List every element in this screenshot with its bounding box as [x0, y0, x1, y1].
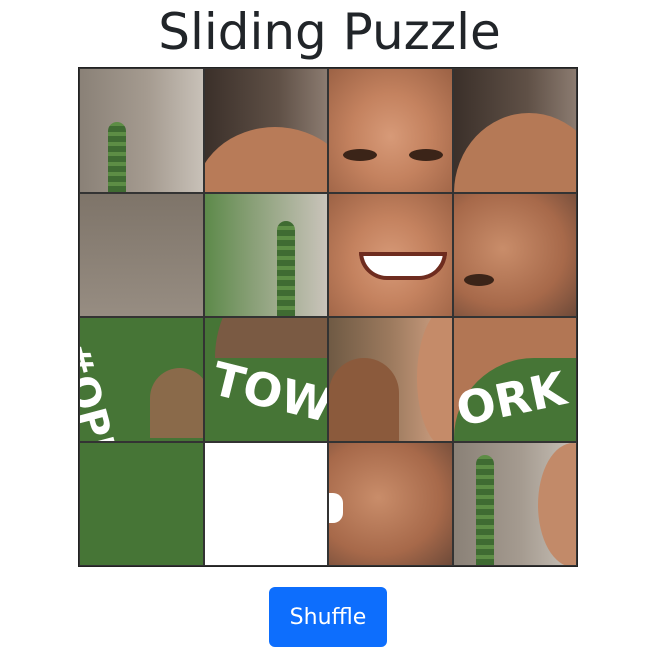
puzzle-tile[interactable]: ORK [453, 318, 576, 441]
puzzle-board: #OPEN TOWO ORK [78, 67, 578, 567]
puzzle-tile[interactable] [329, 193, 452, 316]
hand-image [417, 318, 452, 441]
head-image [204, 127, 327, 192]
eye-image [409, 149, 443, 161]
eye-image [343, 149, 377, 161]
head-image [453, 113, 576, 192]
puzzle-tile[interactable] [204, 69, 327, 192]
cactus-image [475, 455, 494, 565]
empty-tile [204, 442, 327, 565]
puzzle-tile[interactable] [329, 318, 452, 441]
shuffle-button[interactable]: Shuffle [269, 587, 387, 647]
puzzle-tile[interactable]: TOWO [204, 318, 327, 441]
page-title: Sliding Puzzle [158, 3, 501, 61]
smile-image [329, 492, 343, 523]
eye-image [463, 273, 494, 286]
puzzle-tile[interactable] [80, 442, 203, 565]
puzzle-tile[interactable] [453, 442, 576, 565]
cactus-image [276, 221, 295, 316]
puzzle-tile[interactable] [329, 69, 452, 192]
puzzle-tile[interactable] [329, 442, 452, 565]
smile-image [359, 251, 447, 280]
cactus-image [108, 121, 126, 192]
pot-image [329, 358, 399, 441]
puzzle-tile[interactable] [453, 69, 576, 192]
puzzle-tile[interactable] [80, 69, 203, 192]
puzzle-tile[interactable]: #OPEN [80, 318, 203, 441]
pot-image [150, 368, 203, 438]
puzzle-tile[interactable] [204, 193, 327, 316]
puzzle-tile[interactable] [80, 193, 203, 316]
head-image [537, 442, 576, 565]
puzzle-tile[interactable] [453, 193, 576, 316]
